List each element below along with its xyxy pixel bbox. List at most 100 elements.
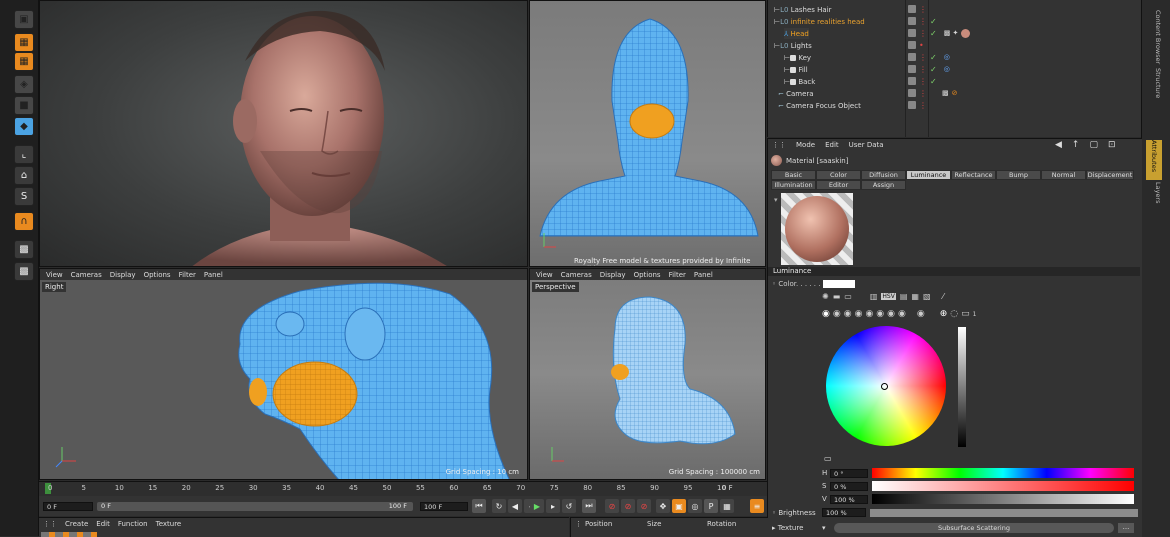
color-swatch[interactable] (823, 280, 855, 288)
wheel-option-icon[interactable]: ◉ (822, 309, 830, 319)
swatch-option-icon[interactable]: ◌ (950, 309, 958, 319)
image-mode-icon[interactable]: ▭ (844, 292, 852, 301)
option-icon-7[interactable]: ◉ (887, 309, 895, 319)
record-icon[interactable]: ⊘ (605, 499, 619, 513)
param-key-icon[interactable]: P (704, 499, 718, 513)
expand-icon[interactable]: ⊡ (1108, 140, 1116, 150)
tab-basic[interactable]: Basic (771, 170, 816, 180)
tab-content-browser[interactable]: Content Browser (1150, 10, 1162, 65)
tab-bump[interactable]: Bump (996, 170, 1041, 180)
keyframe-icon[interactable]: ⊘ (637, 499, 651, 513)
rgb-mode-icon[interactable]: ▥ (870, 292, 878, 301)
end-frame-field[interactable]: 100 F (420, 502, 468, 511)
tab-assign[interactable]: Assign (861, 180, 906, 190)
snap-icon[interactable]: S (14, 187, 34, 206)
checker-cube-icon[interactable]: ▦ (14, 33, 34, 52)
object-row[interactable]: ⌐ Camera Focus Object (778, 100, 861, 111)
polygon-cube-icon[interactable]: ◈ (14, 75, 34, 94)
up-arrow-icon[interactable]: ↑ (1072, 140, 1080, 150)
color-picker-handle[interactable] (881, 383, 888, 390)
hue-field[interactable]: 0 ° (830, 468, 868, 478)
collapse-arrow-icon[interactable]: ▾ (774, 196, 778, 204)
tab-editor[interactable]: Editor (816, 180, 861, 190)
next-frame-icon[interactable]: ▸ (546, 499, 560, 513)
solid-cube-icon[interactable]: ■ (14, 96, 34, 115)
loop-icon[interactable]: ↻ (492, 499, 506, 513)
back-arrow-icon[interactable]: ◀ (1055, 140, 1062, 150)
lock-option-icon[interactable]: ◉ (917, 309, 925, 319)
go-to-end-icon[interactable]: ⏭ (582, 499, 596, 513)
hsv-mode-button[interactable]: HSV (881, 293, 896, 300)
option-icon-2[interactable]: ◉ (833, 309, 841, 319)
object-row[interactable]: ⊢ Key (784, 52, 811, 63)
object-row[interactable]: ⊢ Fill (784, 64, 808, 75)
tab-reflectance[interactable]: Reflectance (951, 170, 996, 180)
value-field[interactable]: 100 % (830, 494, 868, 504)
play-icon[interactable]: ▶ (530, 499, 544, 513)
axis-icon[interactable]: ⌞ (14, 145, 34, 164)
grid-icon[interactable]: ▩ (14, 262, 34, 281)
rotate-key-icon[interactable]: ◎ (688, 499, 702, 513)
option-icon-3[interactable]: ◉ (844, 309, 852, 319)
menu-edit[interactable]: Edit (825, 141, 839, 149)
kelvin-mode-icon[interactable]: ▤ (900, 292, 908, 301)
redo-icon[interactable]: ↺ (562, 499, 576, 513)
saturation-slider[interactable] (872, 481, 1134, 491)
material-preview[interactable] (781, 193, 853, 265)
menu-create[interactable]: Create (65, 520, 88, 528)
menu-edit[interactable]: Edit (96, 520, 110, 528)
material-thumbnails[interactable] (41, 532, 97, 537)
magnet-icon[interactable]: ∩ (14, 212, 34, 231)
start-frame-field[interactable]: 0 F (43, 502, 93, 511)
timeline-menu-icon[interactable]: ≡ (750, 499, 764, 513)
cube-icon[interactable]: ▣ (14, 10, 34, 29)
texture-more-button[interactable]: ... (1118, 523, 1134, 533)
pla-key-icon[interactable]: ▦ (720, 499, 734, 513)
tab-luminance[interactable]: Luminance (906, 170, 951, 180)
tab-normal[interactable]: Normal (1041, 170, 1086, 180)
model-mode-icon[interactable]: ◆ (14, 117, 34, 136)
autokey-icon[interactable]: ⊘ (621, 499, 635, 513)
option-icon-8[interactable]: ◉ (898, 309, 906, 319)
menu-texture[interactable]: Texture (156, 520, 182, 528)
value-gradient-slider[interactable] (872, 494, 1134, 504)
tab-diffusion[interactable]: Diffusion (861, 170, 906, 180)
tab-displacement[interactable]: Displacement (1086, 170, 1134, 180)
right-viewport[interactable]: View Cameras Display Options Filter Pane… (39, 268, 528, 480)
swatch-mode-icon[interactable]: ▧ (923, 292, 931, 301)
swatch-option-icon-2[interactable]: ▭ (961, 309, 970, 319)
eyedropper-icon[interactable]: ⁄ (943, 292, 944, 301)
brightness-slider[interactable] (870, 508, 1138, 517)
tab-structure[interactable]: Structure (1150, 68, 1162, 113)
move-key-icon[interactable]: ✥ (656, 499, 670, 513)
front-viewport[interactable]: Royalty Free model & textures provided b… (529, 0, 766, 267)
tab-color[interactable]: Color (816, 170, 861, 180)
menu-mode[interactable]: Mode (796, 141, 815, 149)
scale-key-icon[interactable]: ▣ (672, 499, 686, 513)
grid-lock-icon[interactable]: ▩ (14, 240, 34, 259)
texture-shader-button[interactable]: Subsurface Scattering (834, 523, 1114, 533)
tab-layers[interactable]: Layers (1150, 182, 1162, 212)
range-slider[interactable]: 0 F 100 F (97, 502, 413, 511)
spectrum-mode-icon[interactable]: ▬ (833, 292, 841, 301)
object-row[interactable]: ⊢ L0 infinite realities head (774, 16, 865, 27)
mouse-icon[interactable]: ⌂ (14, 166, 34, 185)
mixer-mode-icon[interactable]: ▦ (911, 292, 919, 301)
tab-attributes[interactable]: Attributes (1146, 140, 1162, 180)
brightness-field[interactable]: 100 % (822, 508, 866, 517)
option-icon-4[interactable]: ◉ (855, 309, 863, 319)
option-icon-6[interactable]: ◉ (876, 309, 884, 319)
object-row[interactable]: ⊢ Back (784, 76, 815, 87)
object-row[interactable]: ⊢ L0 Lights (774, 40, 812, 51)
hue-slider[interactable] (872, 468, 1134, 478)
color-wheel[interactable] (826, 326, 946, 446)
render-viewport[interactable] (39, 0, 528, 267)
texture-dropdown-icon[interactable]: ▾ (822, 524, 834, 532)
object-row[interactable]: ⌐ Camera (778, 88, 814, 99)
swatch-toggle-icon[interactable]: ▭ (824, 454, 832, 463)
value-slider[interactable] (958, 327, 966, 447)
menu-function[interactable]: Function (118, 520, 148, 528)
previous-key-icon[interactable]: ◀ (508, 499, 522, 513)
perspective-viewport[interactable]: View Cameras Display Options Filter Pane… (529, 268, 766, 480)
lock-icon[interactable]: ▢ (1089, 140, 1098, 150)
